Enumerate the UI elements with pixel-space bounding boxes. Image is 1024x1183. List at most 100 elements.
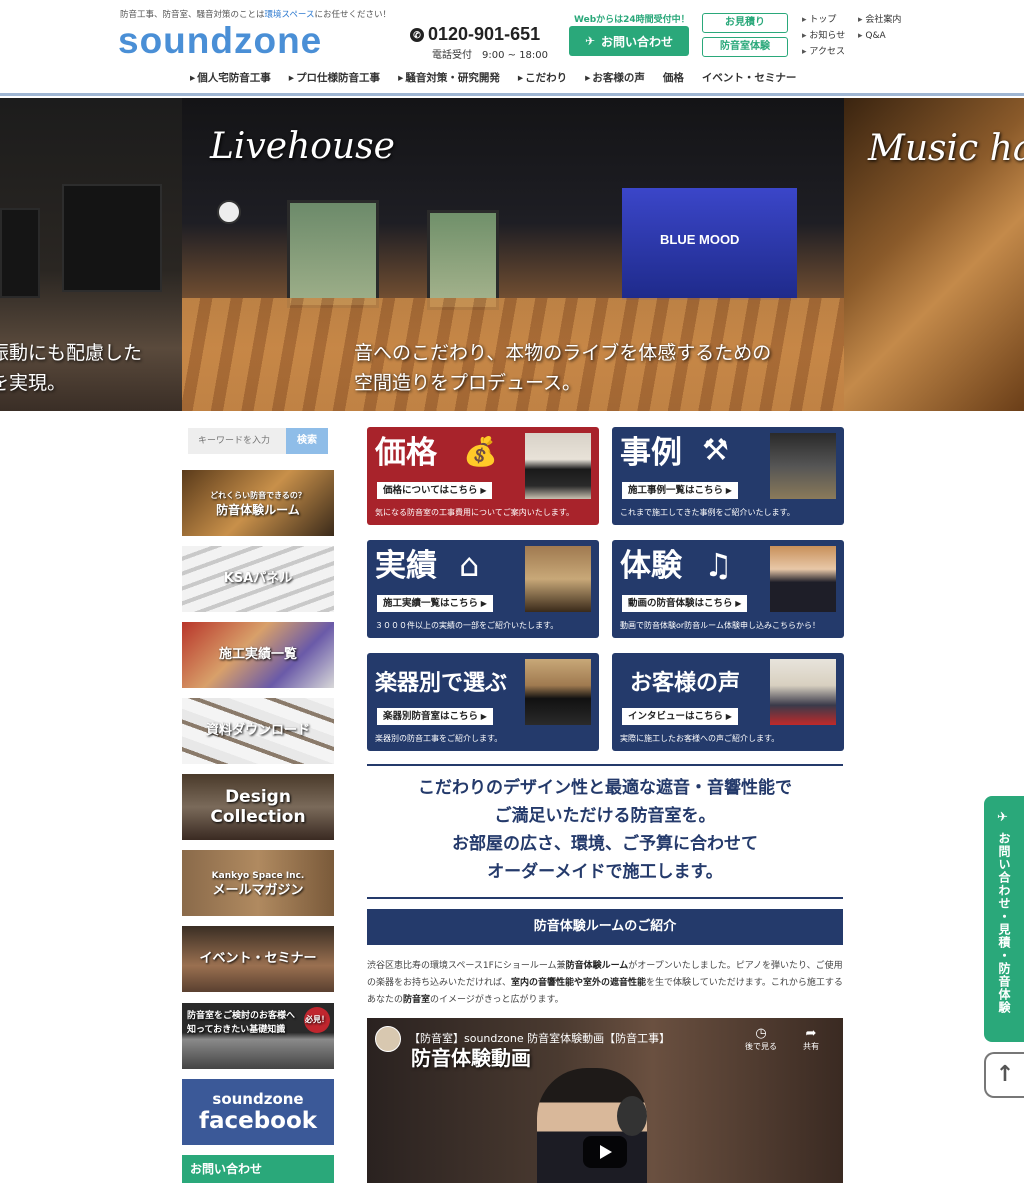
amp-cabinet [62, 184, 162, 292]
banner-experience-room[interactable]: どれくらい防音できるの？ 防音体験ルーム [182, 470, 334, 536]
hero-slide-next[interactable]: Music ha [844, 98, 1024, 411]
hero-next-title: Music ha [868, 128, 1024, 169]
share-icon: ➦ [805, 1026, 817, 1041]
tile-title: お客様の声 [630, 670, 741, 696]
section-body: 渋谷区恵比寿の環境スペース1Fにショールーム兼防音体験ルームがオープンいたしまし… [367, 961, 843, 1005]
hero-slide-prev[interactable]: 振動にも配慮したを実現。 [0, 98, 182, 411]
hero-window [427, 210, 499, 310]
watch-later-button[interactable]: ◷ 後で見る [745, 1026, 777, 1052]
share-button[interactable]: ➦ 共有 [803, 1026, 819, 1052]
tile-link[interactable]: 施工事例一覧はこちら [622, 482, 738, 499]
nav-price[interactable]: 価格 [663, 70, 684, 85]
grand-piano-photo [525, 659, 591, 725]
banner-facebook[interactable]: soundzone facebook [182, 1079, 334, 1145]
banner-events[interactable]: イベント・セミナー [182, 926, 334, 992]
banner-ksa-panel[interactable]: KSAパネル [182, 546, 334, 612]
nav-events[interactable]: イベント・セミナー [702, 70, 797, 85]
music-note-icon: ♫ [704, 546, 733, 584]
banner-label: メールマガジン [212, 882, 304, 898]
banner-label: 防音体験ルーム [216, 503, 300, 517]
tile-desc: ３０００件以上の実績の一部をご紹介いたします。 [375, 621, 559, 630]
tile-title: 価格 [375, 435, 437, 471]
banner-basic-knowledge[interactable]: 防音室をご検討のお客様へ 知っておきたい基礎知識 必見！ [182, 1003, 334, 1069]
tile-achievements[interactable]: 実績 ⌂ 施工実績一覧はこちら ３０００件以上の実績の一部をご紹介いたします。 [367, 540, 599, 638]
nav-pro-soundproof[interactable]: プロ仕様防音工事 [289, 70, 380, 85]
phone-number[interactable]: ✆ 0120-901-651 [410, 24, 548, 45]
banner-label: 資料ダウンロード [205, 723, 310, 738]
tile-link[interactable]: インタビューはこちら [622, 708, 738, 725]
tile-by-instrument[interactable]: 楽器別で選ぶ 楽器別防音室はこちら 楽器別の防音工事をご紹介します。 [367, 653, 599, 751]
money-bag-icon: 💰 [463, 435, 498, 468]
amp-cabinet-left [0, 208, 40, 298]
site-logo[interactable]: soundzone [118, 20, 322, 62]
banner-contact[interactable]: お問い合わせ [182, 1155, 334, 1183]
paper-plane-icon: ✈ [997, 810, 1008, 825]
hero-window [287, 200, 379, 308]
video-overlay-title: 防音体験動画 [411, 1046, 531, 1070]
search-input[interactable] [188, 428, 286, 454]
tile-price[interactable]: 価格 💰 価格についてはこちら 気になる防音室の工事費用についてご案内いたします… [367, 427, 599, 525]
back-to-top-button[interactable]: ↑ [984, 1052, 1024, 1098]
search-button[interactable]: 検索 [286, 428, 328, 454]
tile-desc: 実際に施工したお客様への声ご紹介します。 [620, 734, 780, 743]
must-see-badge: 必見！ [304, 1007, 330, 1033]
tile-link[interactable]: 動画の防音体験はこちら [622, 595, 748, 612]
banner-download[interactable]: 資料ダウンロード [182, 698, 334, 764]
util-link-company[interactable]: 会社案内 [858, 15, 901, 25]
util-link-faq[interactable]: Q&A [858, 31, 886, 41]
channel-avatar[interactable] [375, 1026, 401, 1052]
floating-contact-label: お問い合わせ・見積・防音体験 [997, 832, 1011, 1014]
tile-link[interactable]: 価格についてはこちら [377, 482, 493, 499]
tile-desc: これまで施工してきた事例をご紹介いたします。 [620, 508, 795, 517]
phone-block: ✆ 0120-901-651 電話受付 9:00 ~ 18:00 [410, 24, 548, 61]
family-photo [770, 659, 836, 725]
banner-label: Design Collection [210, 787, 306, 827]
clock-image [217, 200, 241, 224]
experience-button[interactable]: 防音室体験 [702, 37, 788, 57]
banner-works[interactable]: 施工実績一覧 [182, 622, 334, 688]
nav-customer-voice[interactable]: お客様の声 [585, 70, 645, 85]
banner-sub: soundzone [212, 1090, 304, 1108]
staff-photo [770, 546, 836, 612]
tile-link[interactable]: 楽器別防音室はこちら [377, 708, 493, 725]
nav-commitment[interactable]: こだわり [518, 70, 567, 85]
hero-text: 音へのこだわり、本物のライブを体感するための 空間造りをプロデュース。 [354, 342, 772, 394]
tile-desc: 動画で防音体験or防音ルーム体験申し込みこちらから！ [620, 621, 820, 630]
banner-sub: Kankyo Space Inc. [211, 870, 305, 881]
contact-button[interactable]: ✈ お問い合わせ [569, 26, 689, 56]
banner-label: KSAパネル [223, 571, 293, 586]
search-form: 検索 [188, 428, 328, 454]
header-tagline: 防音工事、防音室、騒音対策のことは環境スペースにお任せください！ [120, 10, 392, 20]
tile-link[interactable]: 施工実績一覧はこちら [377, 595, 493, 612]
tile-customer-voice[interactable]: お客様の声 インタビューはこちら 実際に施工したお客様への声ご紹介します。 [612, 653, 844, 751]
util-links-col2: 会社案内 Q&A [858, 12, 901, 44]
banner-design-collection[interactable]: Design Collection [182, 774, 334, 840]
play-button[interactable] [583, 1136, 627, 1168]
util-link-news[interactable]: お知らせ [802, 31, 845, 41]
banner-mail-magazine[interactable]: Kankyo Space Inc. メールマガジン [182, 850, 334, 916]
hero-slide-current[interactable]: BLUE MOOD Livehouse 音へのこだわり、本物のライブを体感するた… [182, 98, 844, 411]
tagline-company-link[interactable]: 環境スペース [265, 10, 315, 20]
house-icon: ⌂ [459, 546, 480, 584]
nav-noise-research[interactable]: 騒音対策・研究開発 [398, 70, 500, 85]
youtube-video[interactable]: 【防音室】soundzone 防音室体験動画【防音工事】 防音体験動画 ◷ 後で見… [367, 1018, 843, 1183]
concept-message: こだわりのデザイン性と最適な遮音・音響性能で ご満足いただける防音室を。 お部屋… [418, 778, 792, 882]
estimate-button[interactable]: お見積り [702, 13, 788, 33]
banner-label: 施工実績一覧 [218, 647, 297, 662]
banner-sub: どれくらい防音できるの？ [210, 491, 306, 500]
drums-photo [525, 546, 591, 612]
phone-hours: 電話受付 9:00 ~ 18:00 [432, 50, 549, 61]
tile-desc: 楽器別の防音工事をご紹介します。 [375, 734, 503, 743]
floating-contact-tab[interactable]: ✈ お問い合わせ・見積・防音体験 [984, 796, 1024, 1042]
hero-slider[interactable]: 振動にも配慮したを実現。 BLUE MOOD Livehouse 音へのこだわり… [0, 98, 1024, 411]
drill-icon: ⚒ [702, 433, 729, 468]
clock-icon: ◷ [755, 1026, 767, 1041]
util-link-access[interactable]: アクセス [802, 47, 845, 57]
util-link-top[interactable]: トップ [802, 15, 836, 25]
tile-cases[interactable]: 事例 ⚒ 施工事例一覧はこちら これまで施工してきた事例をご紹介いたします。 [612, 427, 844, 525]
nav-home-soundproof[interactable]: 個人宅防音工事 [190, 70, 271, 85]
tile-title: 実績 [375, 548, 437, 584]
tile-experience[interactable]: 体験 ♫ 動画の防音体験はこちら 動画で防音体験or防音ルーム体験申し込みこちら… [612, 540, 844, 638]
tile-desc: 気になる防音室の工事費用についてご案内いたします。 [375, 508, 574, 517]
stage-sign: BLUE MOOD [660, 232, 740, 247]
